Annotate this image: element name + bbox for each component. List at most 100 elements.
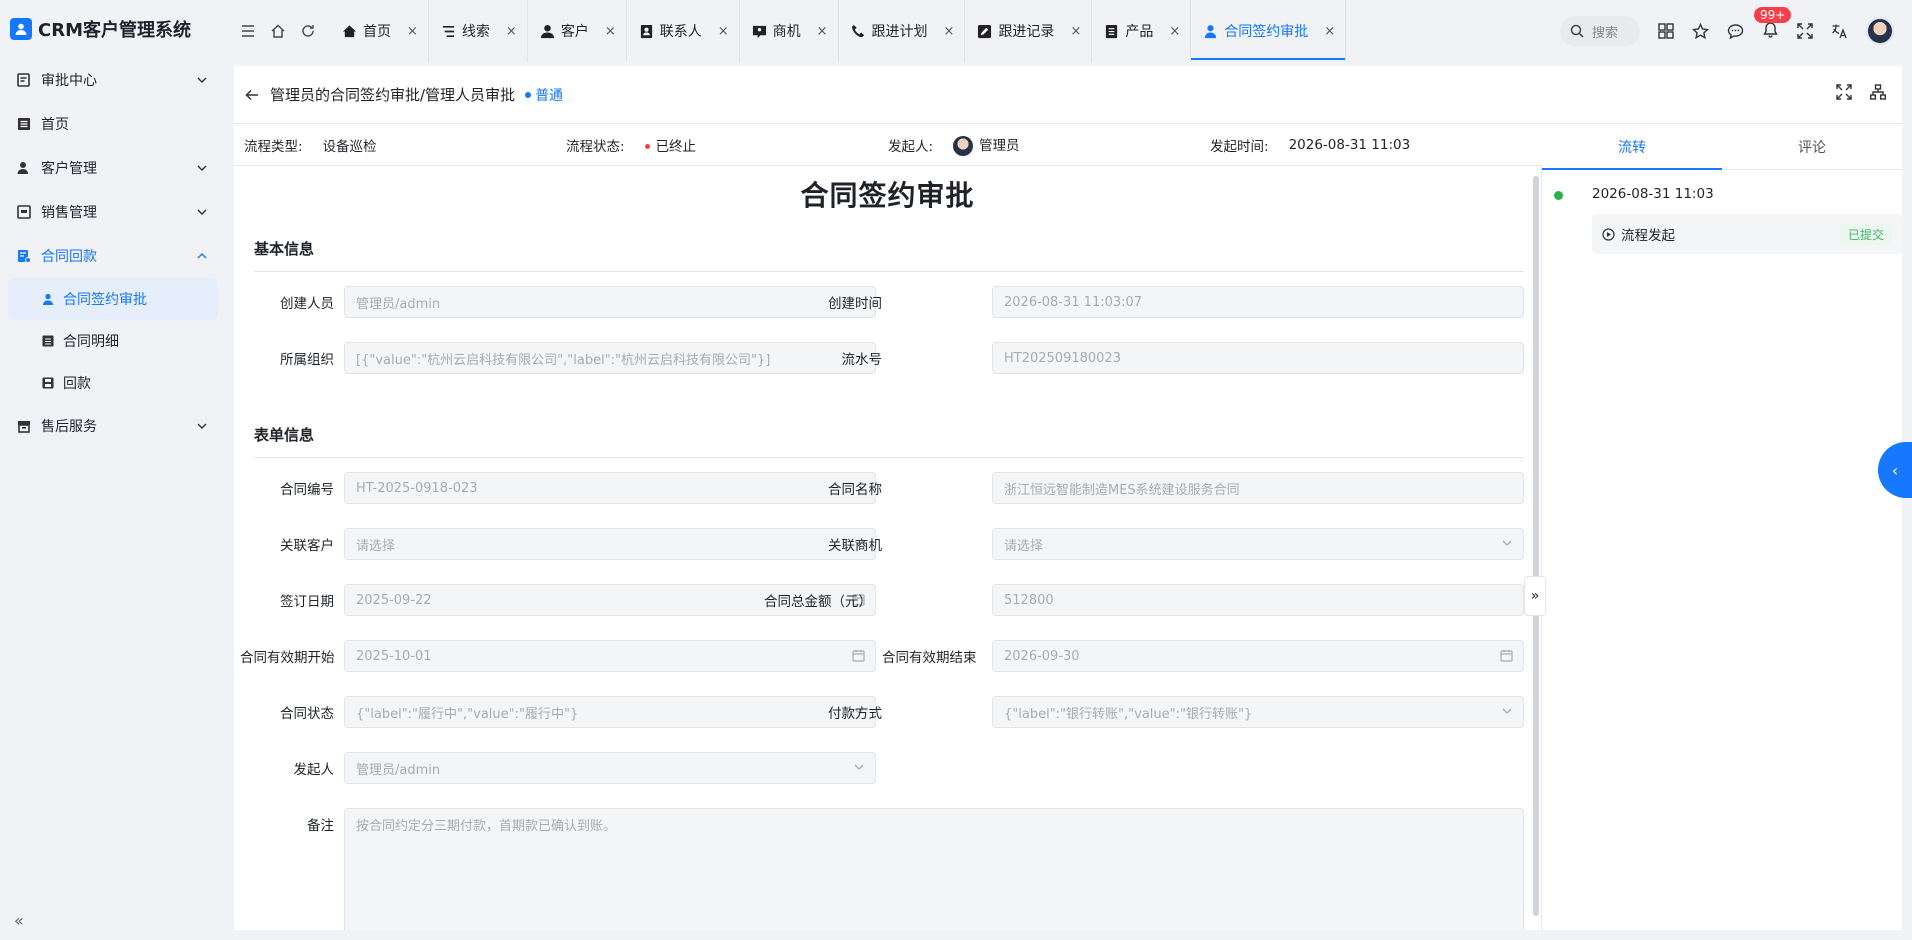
end-date-value: 2026-09-30 — [1004, 648, 1080, 664]
form-scrollbar[interactable] — [1533, 176, 1539, 916]
page-title: 管理员的合同签约审批/管理人员审批 — [270, 86, 516, 104]
home-icon[interactable] — [270, 23, 286, 39]
payment-select[interactable]: {"label":"银行转账","value":"银行转账"} — [992, 696, 1524, 728]
sidebar-item-customer-manage[interactable]: 客户管理 — [0, 146, 226, 190]
tab-clues[interactable]: 线索 × — [429, 0, 528, 62]
app-logo[interactable]: CRM客户管理系统 — [0, 0, 226, 58]
product-icon — [1106, 24, 1118, 38]
sign-date-value: 2025-09-22 — [356, 592, 432, 608]
tab-home[interactable]: 首页 × — [330, 0, 429, 62]
timeline-step[interactable]: 流程发起 已提交 — [1592, 214, 1902, 254]
close-icon[interactable]: × — [1070, 24, 1081, 39]
tab-label: 首页 — [363, 24, 391, 40]
tab-flow[interactable]: 流转 — [1542, 124, 1722, 170]
serial-field[interactable]: HT202509180023 — [992, 342, 1524, 374]
contract-icon — [16, 249, 31, 264]
tab-label: 产品 — [1125, 24, 1154, 40]
remark-textarea[interactable]: 按合同约定分三期付款，首期款已确认到账。 — [344, 808, 1524, 930]
section-form-info: 表单信息 — [254, 424, 1524, 458]
sidebar-subitem-label: 合同签约审批 — [63, 292, 147, 308]
sidebar-item-contract-payment[interactable]: 合同回款 — [0, 234, 226, 278]
tab-label: 联系人 — [659, 24, 702, 40]
sidebar-subitem-contract-approval[interactable]: 合同签约审批 — [8, 278, 218, 320]
menu-toggle-icon[interactable] — [240, 23, 256, 39]
form-initiator-select[interactable]: 管理员/admin — [344, 752, 876, 784]
created-time-label: 创建时间 — [828, 296, 882, 312]
payment-value: {"label":"银行转账","value":"银行转账"} — [1004, 706, 1253, 722]
form-initiator-label: 发起人 — [293, 762, 335, 778]
process-time: 发起时间: 2026-08-31 11:03 — [1200, 135, 1522, 155]
process-info-bar: 流程类型: 设备巡检 流程状态: 已终止 发起人: 管理员 发起时间: 2026… — [234, 124, 1542, 166]
start-time-value: 2026-08-31 11:03 — [1288, 136, 1411, 153]
created-time-field[interactable]: 2026-08-31 11:03:07 — [992, 286, 1524, 318]
expand-icon[interactable] — [1836, 84, 1852, 100]
timeline-step-label: 流程发起 — [1621, 228, 1675, 244]
close-icon[interactable]: × — [1324, 24, 1335, 39]
tab-follow-record[interactable]: 跟进记录 × — [965, 0, 1093, 62]
opportunity-select[interactable]: 请选择 — [992, 528, 1524, 560]
end-date-label: 合同有效期结束 — [882, 650, 977, 666]
collapse-sidebar-icon[interactable]: « — [14, 911, 24, 930]
edit-icon — [978, 24, 992, 38]
tab-contract-approval[interactable]: 合同签约审批 × — [1191, 0, 1347, 62]
refresh-icon[interactable] — [300, 23, 316, 39]
close-icon[interactable]: × — [944, 24, 955, 39]
tab-comments[interactable]: 评论 — [1722, 124, 1902, 169]
sidebar-item-sales-manage[interactable]: 销售管理 — [0, 190, 226, 234]
sidebar-subitem-contract-detail[interactable]: 合同明细 — [8, 320, 218, 362]
tab-opportunities[interactable]: 商机 × — [740, 0, 839, 62]
sidebar-subitem-payment[interactable]: 回款 — [8, 362, 218, 404]
customer-label: 关联客户 — [280, 538, 334, 554]
chevron-down-icon — [1502, 540, 1512, 546]
contact-icon — [640, 24, 652, 38]
tab-label: 商机 — [772, 24, 801, 40]
start-date-picker[interactable]: 2025-10-01 — [344, 640, 876, 672]
tab-customers[interactable]: 客户 × — [528, 0, 627, 62]
apps-grid-icon[interactable] — [1658, 23, 1674, 39]
sidebar-item-after-sales[interactable]: 售后服务 — [0, 404, 226, 448]
sidebar-item-label: 审批中心 — [41, 73, 97, 89]
serial-label: 流水号 — [841, 352, 883, 368]
status-badge: 已终止 — [644, 135, 696, 155]
sidebar-item-approval-center[interactable]: 审批中心 — [0, 58, 226, 102]
process-status-label: 流程状态: — [566, 138, 625, 155]
initiator: 管理员 — [953, 134, 1020, 156]
side-menu: 审批中心 首页 客户管理 销售管理 合同回款 合同签约审批 合同明细 回款 售后… — [0, 58, 226, 448]
flowchart-icon[interactable] — [1870, 84, 1886, 100]
user-avatar[interactable] — [1866, 17, 1894, 45]
contract-name-field[interactable]: 浙江恒远智能制造MES系统建设服务合同 — [992, 472, 1524, 504]
star-icon[interactable] — [1692, 22, 1709, 40]
amount-field[interactable]: 512800 — [992, 584, 1524, 616]
translate-icon[interactable] — [1831, 23, 1848, 40]
close-icon[interactable]: × — [506, 24, 517, 39]
end-date-picker[interactable]: 2026-09-30 — [992, 640, 1524, 672]
customer-placeholder: 请选择 — [356, 538, 396, 554]
calendar-icon — [852, 650, 865, 662]
tab-contacts[interactable]: 联系人 × — [627, 0, 740, 62]
tab-follow-plan[interactable]: 跟进计划 × — [839, 0, 966, 62]
sidebar: CRM客户管理系统 审批中心 首页 客户管理 销售管理 合同回款 合同签约审批 … — [0, 0, 226, 940]
home-icon — [342, 24, 357, 37]
close-icon[interactable]: × — [407, 24, 418, 39]
search-placeholder: 搜索 — [1592, 25, 1619, 41]
tab-products[interactable]: 产品 × — [1092, 0, 1192, 62]
chat-icon[interactable] — [1727, 23, 1744, 40]
sidebar-item-home[interactable]: 首页 — [0, 102, 226, 146]
notification-button[interactable]: 99+ — [1754, 6, 1792, 42]
chevron-down-icon — [197, 77, 207, 83]
search-box[interactable]: 搜索 — [1560, 16, 1640, 46]
start-time-label: 发起时间: — [1210, 138, 1269, 155]
customer-icon — [540, 24, 554, 38]
initiator-label: 发起人: — [888, 138, 934, 155]
chevron-down-icon — [1502, 708, 1512, 714]
opportunity-icon — [752, 25, 766, 38]
fullscreen-icon[interactable] — [1797, 23, 1813, 39]
close-icon[interactable]: × — [1169, 24, 1180, 39]
back-arrow-icon[interactable] — [244, 87, 260, 103]
close-icon[interactable]: × — [817, 24, 828, 39]
form-area: 合同签约审批 基本信息 创建人员 管理员/admin 创建时间 2026-08-… — [234, 166, 1542, 930]
tab-label: 客户 — [560, 24, 589, 40]
double-chevron-right-icon: » — [1530, 588, 1540, 604]
close-icon[interactable]: × — [605, 24, 616, 39]
close-icon[interactable]: × — [718, 24, 729, 39]
